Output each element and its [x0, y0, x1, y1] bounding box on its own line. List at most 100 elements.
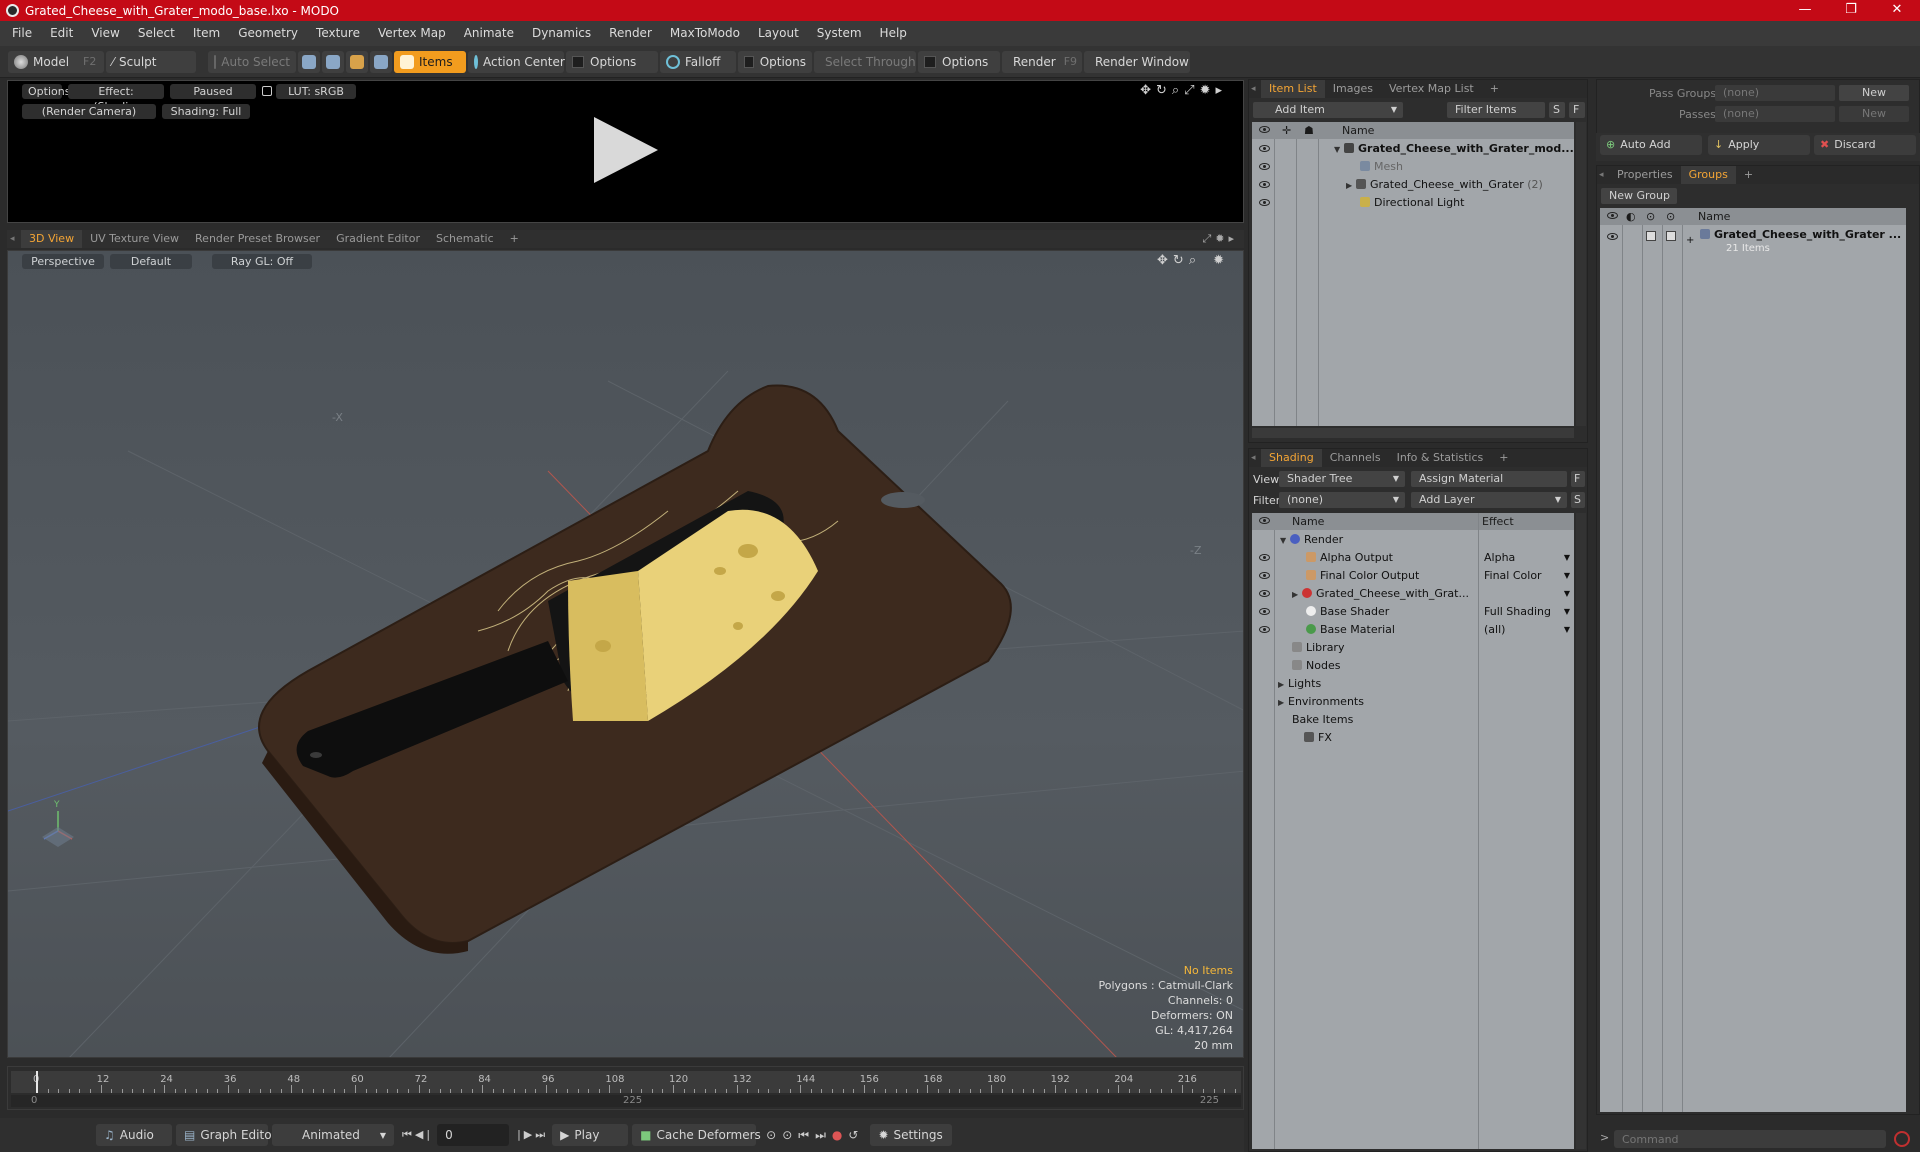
expand-arrow-icon[interactable]: ▶ — [1278, 676, 1288, 694]
menu-system[interactable]: System — [808, 21, 871, 46]
filter-items-input[interactable]: Filter Items — [1447, 102, 1545, 118]
shader-row-base-material[interactable]: Base Material (all) ▼ — [1252, 621, 1574, 639]
passes-dropdown[interactable]: (none) — [1715, 106, 1835, 122]
step-forward-icon[interactable]: |▶ — [517, 1128, 535, 1141]
menu-animate[interactable]: Animate — [455, 21, 523, 46]
filter-f-button[interactable]: F — [1571, 471, 1585, 487]
render-effect-dropdown[interactable]: Effect: (Shadi... — [68, 84, 164, 113]
gear-icon[interactable]: ✹ — [1213, 253, 1229, 268]
visibility-icon[interactable] — [1259, 163, 1270, 170]
visibility-icon[interactable] — [1607, 233, 1618, 240]
skip-start-icon[interactable]: ⏮ — [402, 1128, 415, 1141]
items-mode-button[interactable]: Items — [394, 50, 466, 73]
maximize-button[interactable]: ❐ — [1828, 0, 1874, 21]
add-item-dropdown[interactable]: Add Item ▼ — [1253, 102, 1403, 118]
filter-s-button[interactable]: S — [1571, 492, 1585, 508]
visibility-icon[interactable] — [1259, 199, 1270, 206]
play-button[interactable]: ▶ Play — [552, 1124, 629, 1146]
maximize-icon[interactable]: ⤢ — [1184, 83, 1199, 98]
menu-edit[interactable]: Edit — [41, 21, 82, 46]
menu-item[interactable]: Item — [184, 21, 229, 46]
item-row-directional-light[interactable]: Directional Light — [1252, 194, 1574, 212]
model-button[interactable]: Model F2 — [8, 50, 104, 73]
auto-add-button[interactable]: ⊕ Auto Add — [1600, 135, 1702, 155]
loop-icon[interactable]: ↺ — [848, 1128, 864, 1142]
3d-viewport[interactable]: -X -Z Y Perspective Default Ray GL: Off … — [7, 250, 1244, 1058]
record-icon[interactable]: ● — [832, 1128, 848, 1142]
menu-vertex-map[interactable]: Vertex Map — [369, 21, 455, 46]
collapse-arrow-icon[interactable]: ◂ — [7, 234, 21, 244]
new-pass-group-button[interactable]: New — [1839, 85, 1909, 101]
new-pass-button[interactable]: New — [1839, 106, 1909, 122]
visibility-icon[interactable] — [1259, 572, 1270, 579]
graph-editor-button[interactable]: ▤ Graph Editor — [176, 1124, 276, 1146]
add-tab-button[interactable]: + — [1491, 449, 1516, 467]
visibility-icon[interactable] — [1259, 590, 1270, 597]
shader-row-environments[interactable]: ▶ Environments — [1252, 693, 1574, 711]
visibility-icon[interactable] — [1259, 145, 1270, 152]
tab-shading[interactable]: Shading — [1261, 449, 1322, 467]
horizontal-scrollbar[interactable] — [1252, 428, 1574, 438]
audio-button[interactable]: ♫ Audio — [96, 1124, 172, 1146]
new-group-button[interactable]: New Group — [1601, 188, 1677, 204]
rotate-icon[interactable]: ↻ — [1156, 83, 1172, 98]
maximize-icon[interactable]: ⤢ — [1202, 232, 1215, 245]
collapse-arrow-icon[interactable]: ◂ — [1597, 170, 1609, 180]
expand-arrow-icon[interactable]: ▶ — [1292, 586, 1302, 604]
visibility-icon[interactable] — [1259, 608, 1270, 615]
play-icon[interactable] — [594, 117, 658, 183]
add-layer-dropdown[interactable]: Add Layer ▼ — [1411, 492, 1567, 508]
lut-dropdown[interactable]: LUT: sRGB — [276, 84, 356, 99]
options-checkbox[interactable] — [924, 55, 936, 68]
effect-dropdown-icon[interactable]: ▼ — [1564, 549, 1570, 567]
expand-arrow-icon[interactable]: ▶ — [1278, 694, 1288, 712]
expand-arrow-icon[interactable]: ▼ — [1280, 532, 1290, 550]
apply-button[interactable]: ↓ Apply — [1708, 135, 1810, 155]
pass-groups-dropdown[interactable]: (none) — [1715, 85, 1835, 101]
falloff-options-button[interactable]: Options — [738, 50, 812, 73]
lock-checkbox[interactable] — [1646, 231, 1656, 241]
shader-row-grated-cheese-material[interactable]: ▶ Grated_Cheese_with_Grat... ▼ — [1252, 585, 1574, 603]
expand-plus-icon[interactable]: + — [1686, 232, 1694, 250]
tab-properties[interactable]: Properties — [1609, 166, 1681, 184]
collapse-arrow-icon[interactable]: ◂ — [1249, 84, 1261, 94]
zoom-icon[interactable]: ⌕ — [1189, 253, 1201, 268]
shader-row-final-color-output[interactable]: Final Color Output Final Color ▼ — [1252, 567, 1574, 585]
select-edges-button[interactable] — [322, 50, 344, 73]
zoom-icon[interactable]: ⌕ — [1172, 83, 1184, 98]
shader-row-alpha-output[interactable]: Alpha Output Alpha ▼ — [1252, 549, 1574, 567]
gear-icon[interactable]: ✹ — [1200, 83, 1216, 98]
discard-button[interactable]: ✖ Discard — [1814, 135, 1916, 155]
close-button[interactable]: ✕ — [1874, 0, 1920, 21]
shading-default-dropdown[interactable]: Default — [110, 254, 192, 269]
render-options-button[interactable]: Options — [22, 84, 70, 99]
menu-file[interactable]: File — [3, 21, 41, 46]
filter-button[interactable]: F — [1569, 102, 1585, 118]
render-shading-dropdown[interactable]: Shading: Full — [162, 104, 250, 119]
menu-view[interactable]: View — [82, 21, 128, 46]
tab-uv-texture-view[interactable]: UV Texture View — [82, 230, 187, 248]
shader-row-nodes[interactable]: Nodes — [1252, 657, 1574, 675]
chevron-right-icon[interactable]: ▸ — [1228, 232, 1238, 245]
options-checkbox[interactable] — [572, 55, 584, 68]
menu-dynamics[interactable]: Dynamics — [523, 21, 600, 46]
perspective-dropdown[interactable]: Perspective — [22, 254, 104, 269]
item-row-mesh[interactable]: Mesh — [1252, 158, 1574, 176]
menu-texture[interactable]: Texture — [307, 21, 369, 46]
shader-row-lights[interactable]: ▶ Lights — [1252, 675, 1574, 693]
visibility-icon[interactable] — [1259, 181, 1270, 188]
render-paused-button[interactable]: Paused — [170, 84, 256, 99]
shader-row-fx[interactable]: FX — [1252, 729, 1574, 747]
effect-dropdown-icon[interactable]: ▼ — [1564, 567, 1570, 585]
stop-command-icon[interactable] — [1894, 1131, 1910, 1147]
item-row-scene[interactable]: ▼ Grated_Cheese_with_Grater_mod... — [1252, 140, 1574, 158]
lock-icon[interactable] — [262, 86, 272, 96]
visibility-icon[interactable] — [1259, 626, 1270, 633]
menu-layout[interactable]: Layout — [749, 21, 808, 46]
auto-select-button[interactable]: Auto Select — [208, 50, 296, 73]
frame-input[interactable]: 0 — [437, 1124, 510, 1146]
render-camera-dropdown[interactable]: (Render Camera) — [22, 104, 156, 119]
select-polygons-button[interactable] — [346, 50, 368, 73]
shader-row-render[interactable]: ▼ Render — [1252, 531, 1574, 549]
menu-render[interactable]: Render — [600, 21, 661, 46]
